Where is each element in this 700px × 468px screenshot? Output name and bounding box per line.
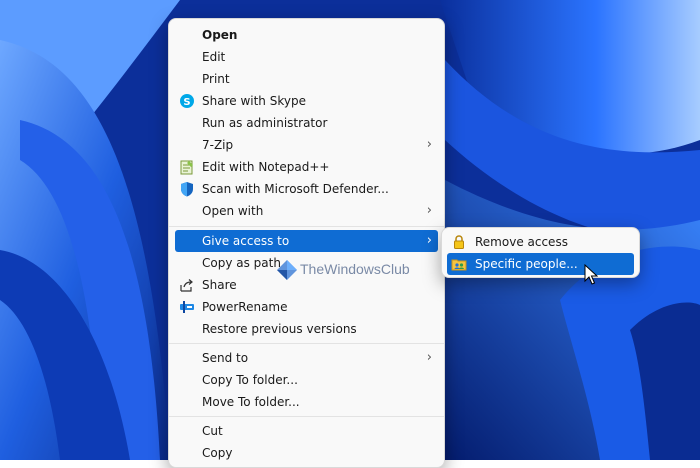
- menu-item-cut[interactable]: Cut: [175, 420, 438, 442]
- menu-item-label: Give access to: [202, 234, 290, 248]
- menu-item-scan-with-defender[interactable]: Scan with Microsoft Defender...: [175, 178, 438, 200]
- menu-item-label: Move To folder...: [202, 395, 300, 409]
- notepad-plus-plus-icon: [179, 159, 195, 175]
- menu-item-copy-to-folder[interactable]: Copy To folder...: [175, 369, 438, 391]
- powerrename-icon: [179, 299, 195, 315]
- submenu-item-remove-access[interactable]: Remove access: [447, 231, 634, 253]
- menu-item-restore-previous-versions[interactable]: Restore previous versions: [175, 318, 438, 340]
- menu-item-label: Open with: [202, 204, 264, 218]
- menu-item-run-as-administrator[interactable]: Run as administrator: [175, 112, 438, 134]
- menu-item-send-to[interactable]: Send to ›: [175, 347, 438, 369]
- menu-item-label: Run as administrator: [202, 116, 328, 130]
- menu-item-open[interactable]: Open: [175, 24, 438, 46]
- menu-item-label: Copy: [202, 446, 233, 460]
- chevron-right-icon: ›: [426, 350, 432, 365]
- menu-item-label: Print: [202, 72, 230, 86]
- defender-shield-icon: [179, 181, 195, 197]
- menu-item-label: Cut: [202, 424, 223, 438]
- submenu-item-label: Remove access: [475, 235, 568, 249]
- menu-item-label: Edit: [202, 50, 226, 64]
- menu-item-label: Restore previous versions: [202, 322, 357, 336]
- menu-item-label: 7-Zip: [202, 138, 234, 152]
- menu-item-give-access-to[interactable]: Give access to ›: [175, 230, 438, 252]
- menu-item-label: Copy To folder...: [202, 373, 298, 387]
- menu-item-powerrename[interactable]: PowerRename: [175, 296, 438, 318]
- lock-icon: [451, 234, 467, 250]
- menu-item-label: PowerRename: [202, 300, 288, 314]
- watermark: TheWindowsClub: [276, 259, 410, 283]
- chevron-right-icon: ›: [426, 233, 432, 248]
- menu-item-label: Scan with Microsoft Defender...: [202, 182, 389, 196]
- menu-item-share-with-skype[interactable]: S Share with Skype: [175, 90, 438, 112]
- submenu-item-specific-people[interactable]: Specific people...: [447, 253, 634, 275]
- share-icon: [179, 277, 195, 293]
- menu-separator: [169, 343, 444, 344]
- menu-item-share[interactable]: Share: [175, 274, 438, 296]
- menu-item-label: Open: [202, 28, 238, 42]
- menu-item-open-with[interactable]: Open with ›: [175, 200, 438, 222]
- menu-item-label: Edit with Notepad++: [202, 160, 330, 174]
- submenu-item-label: Specific people...: [475, 257, 578, 271]
- menu-item-print[interactable]: Print: [175, 68, 438, 90]
- menu-item-edit-with-notepad[interactable]: Edit with Notepad++: [175, 156, 438, 178]
- menu-item-label: Share with Skype: [202, 94, 306, 108]
- mouse-cursor-icon: [584, 264, 598, 285]
- chevron-right-icon: ›: [426, 137, 432, 152]
- give-access-submenu: Remove access Specific people...: [441, 227, 640, 278]
- menu-item-7zip[interactable]: 7-Zip ›: [175, 134, 438, 156]
- svg-text:S: S: [183, 97, 190, 108]
- menu-separator: [169, 226, 444, 227]
- people-folder-icon: [451, 256, 467, 272]
- menu-item-edit[interactable]: Edit: [175, 46, 438, 68]
- windowsclub-logo-icon: [277, 260, 297, 280]
- chevron-right-icon: ›: [426, 203, 432, 218]
- menu-item-label: Share: [202, 278, 237, 292]
- menu-item-copy[interactable]: Copy: [175, 442, 438, 464]
- menu-item-move-to-folder[interactable]: Move To folder...: [175, 391, 438, 413]
- menu-item-label: Send to: [202, 351, 249, 365]
- context-menu: Open Edit Print S Share with Skype Run a…: [168, 18, 445, 468]
- menu-item-label: Copy as path: [202, 256, 281, 270]
- watermark-text: TheWindowsClub: [300, 261, 410, 277]
- menu-separator: [169, 416, 444, 417]
- skype-icon: S: [179, 93, 195, 109]
